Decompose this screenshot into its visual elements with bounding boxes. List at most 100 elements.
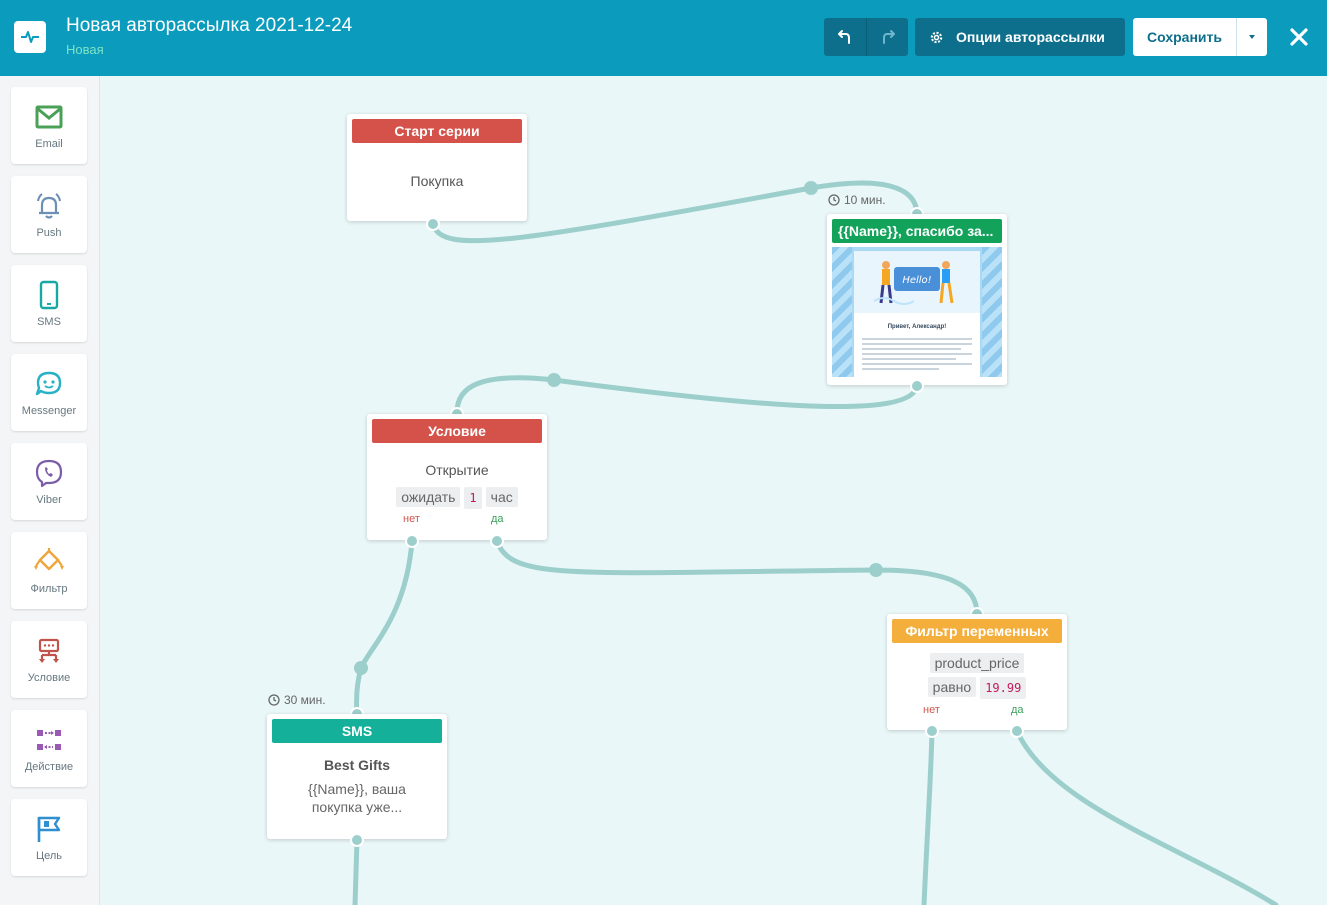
link-condition-yes-filter bbox=[494, 538, 980, 617]
undo-icon bbox=[838, 30, 850, 44]
chip-variable: product_price bbox=[929, 653, 1025, 673]
sms-delay-text: 30 мин. bbox=[284, 693, 326, 707]
action-icon bbox=[37, 729, 61, 750]
phone-icon bbox=[39, 280, 59, 309]
port-email-out[interactable] bbox=[910, 379, 924, 393]
clock-icon bbox=[828, 194, 840, 206]
top-bar: Новая авторассылка 2021-12-24 Новая Опци… bbox=[0, 0, 1327, 76]
link-filter-no bbox=[921, 728, 935, 905]
tool-label: Действие bbox=[24, 760, 74, 773]
save-button-group: Сохранить bbox=[1133, 18, 1267, 56]
filter-variable-row: product_price bbox=[887, 653, 1067, 673]
node-sms[interactable]: SMS Best Gifts {{Name}}, ваша покупка уж… bbox=[267, 714, 447, 839]
email-delay: 10 мин. bbox=[828, 193, 886, 207]
condition-params: ожидать 1 час bbox=[367, 487, 547, 509]
chip-wait: ожидать bbox=[396, 487, 461, 507]
tool-label: Условие bbox=[27, 671, 71, 684]
node-sms-header: SMS bbox=[272, 719, 442, 743]
caret-down-icon bbox=[1249, 35, 1255, 39]
link-midpoint[interactable] bbox=[869, 563, 883, 577]
flag-icon bbox=[37, 816, 61, 842]
email-delay-text: 10 мин. bbox=[844, 193, 886, 207]
node-sms-title: Best Gifts bbox=[323, 757, 391, 773]
clock-icon bbox=[268, 694, 280, 706]
node-condition-header: Условие bbox=[372, 419, 542, 443]
preview-card: Hello! Привет, Александр! bbox=[854, 251, 980, 377]
condition-yes-label: да bbox=[491, 513, 504, 525]
tool-label: Фильтр bbox=[30, 582, 68, 595]
app-logo-icon[interactable] bbox=[14, 21, 46, 53]
viber-icon bbox=[35, 459, 63, 487]
port-condition-yes[interactable] bbox=[490, 534, 504, 548]
email-preview: Hello! Привет, Александр! bbox=[832, 247, 1002, 377]
hello-illustration-icon: Hello! bbox=[854, 251, 980, 313]
chat-icon bbox=[35, 371, 62, 395]
filter-condition-row: равно 19.99 bbox=[887, 677, 1067, 699]
svg-text:Hello!: Hello! bbox=[902, 275, 931, 286]
close-icon bbox=[1290, 28, 1308, 46]
page-title: Новая авторассылка 2021-12-24 bbox=[66, 15, 353, 36]
condition-no-label: нет bbox=[403, 513, 420, 525]
envelope-icon bbox=[35, 105, 63, 128]
tool-push[interactable]: Push bbox=[11, 176, 87, 253]
node-filter-header: Фильтр переменных bbox=[892, 619, 1062, 643]
tool-label: Viber bbox=[36, 493, 62, 506]
save-dropdown-toggle[interactable] bbox=[1236, 18, 1267, 56]
chip-wait-unit: час bbox=[485, 487, 518, 507]
node-condition[interactable]: Условие Открытие ожидать 1 час нет да bbox=[367, 414, 547, 540]
options-label: Опции авторассылки bbox=[956, 29, 1105, 45]
link-midpoint[interactable] bbox=[354, 661, 368, 675]
tool-viber[interactable]: Viber bbox=[11, 443, 87, 520]
preview-greeting: Привет, Александр! bbox=[887, 324, 947, 330]
port-filter-yes[interactable] bbox=[1010, 724, 1024, 738]
link-midpoint[interactable] bbox=[547, 373, 561, 387]
chip-operator: равно bbox=[927, 677, 977, 697]
node-filter[interactable]: Фильтр переменных product_price равно 19… bbox=[887, 614, 1067, 730]
node-sms-text: {{Name}}, ваша покупка уже... bbox=[308, 781, 406, 815]
undo-button[interactable] bbox=[824, 18, 866, 56]
link-midpoint[interactable] bbox=[804, 181, 818, 195]
tool-goal[interactable]: Цель bbox=[11, 799, 87, 876]
status-label: Новая bbox=[66, 42, 104, 57]
filter-yes-label: да bbox=[1011, 704, 1024, 716]
close-button[interactable] bbox=[1284, 22, 1314, 52]
gear-icon bbox=[930, 31, 943, 43]
condition-icon bbox=[38, 638, 60, 663]
link-filter-yes bbox=[1014, 728, 1279, 905]
node-email[interactable]: {{Name}}, спасибо за... Hello! Привет, А… bbox=[827, 214, 1007, 385]
redo-icon bbox=[882, 30, 895, 44]
link-sms-out bbox=[352, 837, 360, 905]
filter-no-label: нет bbox=[923, 704, 940, 716]
tool-label: SMS bbox=[37, 315, 61, 328]
port-sms-out[interactable] bbox=[350, 833, 364, 847]
redo-button[interactable] bbox=[866, 18, 908, 56]
tool-sms[interactable]: SMS bbox=[11, 265, 87, 342]
tool-label: Цель bbox=[35, 849, 63, 862]
tool-condition[interactable]: Условие bbox=[11, 621, 87, 698]
filter-icon bbox=[34, 547, 64, 570]
history-controls bbox=[824, 18, 908, 56]
sms-delay: 30 мин. bbox=[268, 693, 326, 707]
preview-stripe-left bbox=[832, 247, 852, 377]
link-condition-no-sms bbox=[354, 538, 415, 717]
node-start-header: Старт серии bbox=[352, 119, 522, 143]
tool-label: Email bbox=[35, 137, 63, 150]
tool-filter[interactable]: Фильтр bbox=[11, 532, 87, 609]
port-start-out[interactable] bbox=[426, 217, 440, 231]
toolbox-sidebar: Email Push SMS Messenger Viber Фильтр Ус… bbox=[0, 76, 100, 905]
options-button[interactable]: Опции авторассылки bbox=[915, 18, 1125, 56]
port-filter-no[interactable] bbox=[925, 724, 939, 738]
tool-action[interactable]: Действие bbox=[11, 710, 87, 787]
tool-messenger[interactable]: Messenger bbox=[11, 354, 87, 431]
node-start[interactable]: Старт серии Покупка bbox=[347, 114, 527, 221]
node-start-title: Покупка bbox=[410, 173, 464, 189]
preview-body-lines bbox=[862, 338, 972, 370]
save-button[interactable]: Сохранить bbox=[1133, 18, 1236, 56]
chip-value: 19.99 bbox=[980, 677, 1027, 699]
node-email-header: {{Name}}, спасибо за... bbox=[832, 219, 1002, 243]
tool-email[interactable]: Email bbox=[11, 87, 87, 164]
port-condition-no[interactable] bbox=[405, 534, 419, 548]
node-condition-title: Открытие bbox=[425, 462, 489, 478]
workflow-canvas[interactable]: Старт серии Покупка 10 мин. {{Name}}, сп… bbox=[101, 76, 1327, 905]
chip-wait-value: 1 bbox=[464, 487, 482, 509]
